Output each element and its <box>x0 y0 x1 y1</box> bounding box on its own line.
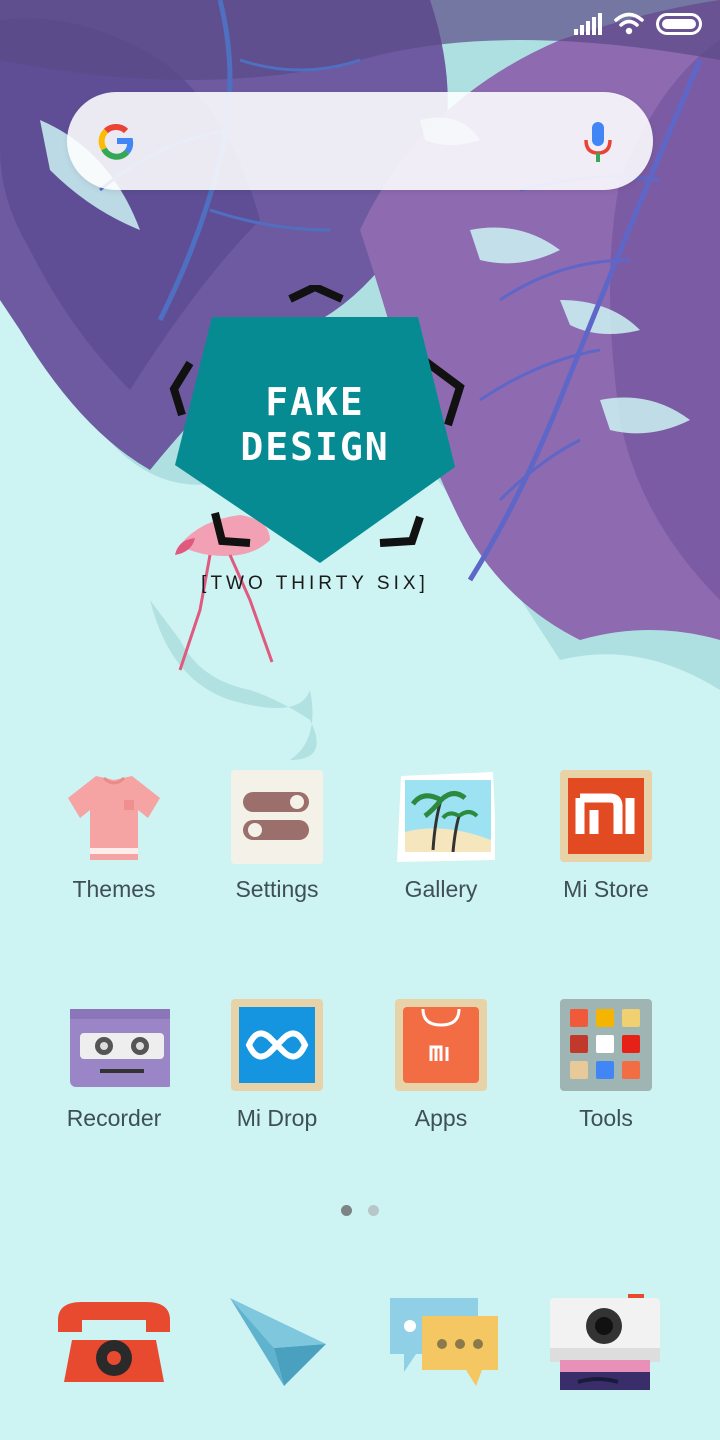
paper-plane-icon <box>230 1298 326 1386</box>
app-gallery[interactable]: Gallery <box>361 770 521 950</box>
tshirt-icon <box>68 776 160 860</box>
app-settings[interactable]: Settings <box>197 770 357 950</box>
battery-icon <box>656 13 702 35</box>
fake-design-widget[interactable]: FAKE DESIGN [TWO THIRTY SIX] <box>160 285 470 615</box>
page-indicator[interactable] <box>0 1205 720 1216</box>
app-label: Recorder <box>66 1105 162 1131</box>
mi-logo-icon <box>560 770 652 862</box>
cassette-icon <box>70 1009 170 1087</box>
mic-icon[interactable] <box>583 120 613 164</box>
wallpaper <box>0 0 720 1440</box>
page-dot-1[interactable] <box>341 1205 352 1216</box>
infinity-icon <box>231 999 323 1091</box>
google-logo-icon <box>98 124 134 160</box>
palm-photo-icon <box>397 772 495 862</box>
folder-grid-icon <box>560 999 652 1091</box>
shopping-bag-icon <box>395 999 487 1091</box>
dock-paper-plane[interactable] <box>222 1290 352 1400</box>
app-label: Gallery <box>404 876 478 902</box>
widget-title-line2: DESIGN <box>240 425 390 469</box>
toggles-icon <box>231 770 323 864</box>
page-dot-2[interactable] <box>368 1205 379 1216</box>
google-search-bar[interactable] <box>67 92 653 190</box>
chat-bubbles-icon <box>390 1298 498 1386</box>
app-label: Mi Drop <box>236 1105 318 1131</box>
app-label: Settings <box>235 876 319 902</box>
dock-phone[interactable] <box>52 1290 182 1400</box>
telephone-icon <box>58 1302 170 1382</box>
app-label: Apps <box>414 1105 468 1131</box>
camera-printer-icon <box>550 1294 660 1390</box>
app-label: Themes <box>72 876 156 902</box>
wifi-icon <box>614 12 644 35</box>
widget-subtitle: [TWO THIRTY SIX] <box>201 573 429 594</box>
status-bar <box>0 0 720 50</box>
widget-title-line1: FAKE <box>265 380 365 424</box>
signal-icon <box>574 13 602 35</box>
app-mi-drop[interactable]: Mi Drop <box>197 999 357 1179</box>
app-label: Tools <box>579 1105 633 1131</box>
app-recorder[interactable]: Recorder <box>34 999 194 1179</box>
app-tools[interactable]: Tools <box>526 999 686 1179</box>
dock-camera[interactable] <box>548 1290 678 1400</box>
app-apps[interactable]: Apps <box>361 999 521 1179</box>
app-label: Mi Store <box>563 876 649 902</box>
app-mi-store[interactable]: Mi Store <box>526 770 686 950</box>
dock-messaging[interactable] <box>386 1290 516 1400</box>
app-themes[interactable]: Themes <box>34 770 194 950</box>
